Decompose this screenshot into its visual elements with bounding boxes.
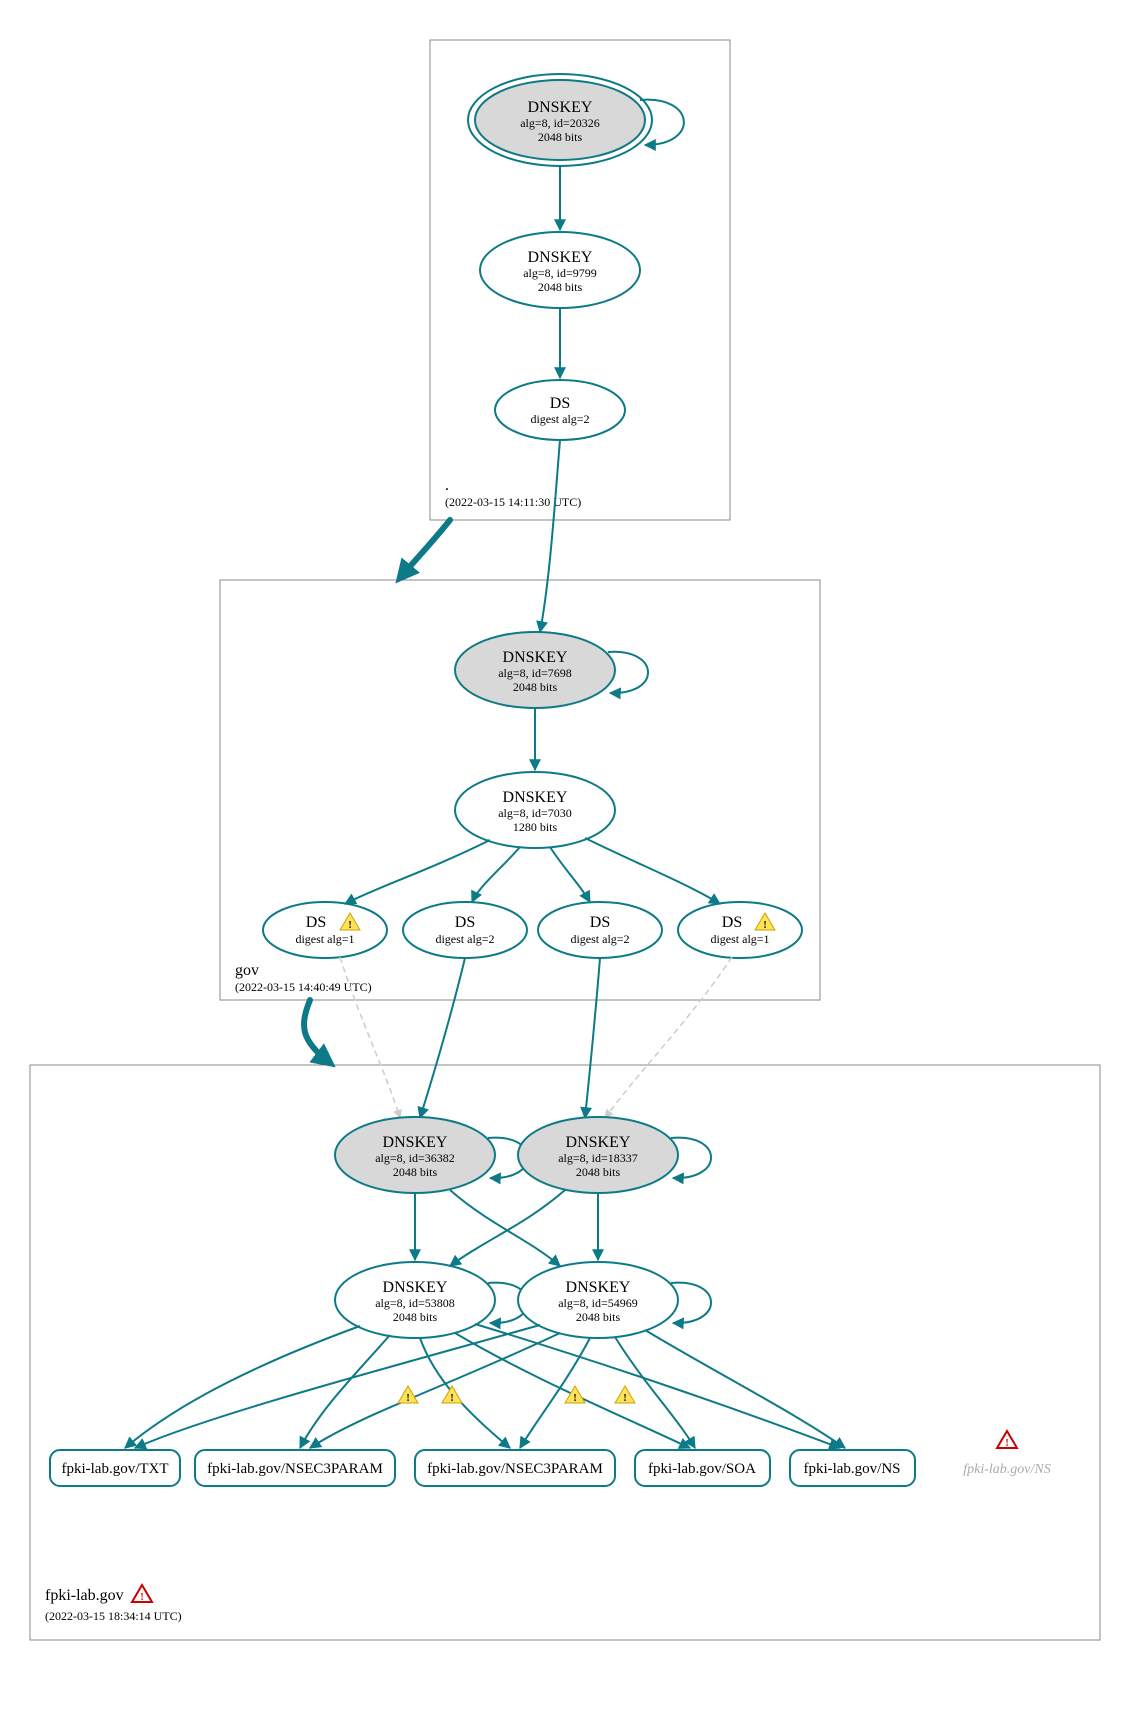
dnskey-sld-ksk1-title: DNSKEY [383,1134,448,1151]
warning-icon [398,1386,418,1404]
edge-zsk2-n3p1 [310,1333,560,1448]
edge-zsk2-txt [135,1325,540,1448]
rrset-txt-label: fpki-lab.gov/TXT [61,1461,168,1477]
edge-govzsk-ds4 [585,838,720,904]
dnskey-root-ksk-title: DNSKEY [528,99,593,116]
ds-root-alg: digest alg=2 [530,412,589,426]
dnskey-gov-ksk-bits: 2048 bits [513,680,558,694]
ds-gov-3-title: DS [590,914,610,931]
ds-root-title: DS [550,395,570,412]
ds-gov-1[interactable]: DS digest alg=1 [263,902,387,958]
rrset-ns-greyed-label: fpki-lab.gov/NS [963,1462,1051,1477]
edge-zsk1-txt [125,1326,360,1448]
rrset-ns-label: fpki-lab.gov/NS [803,1461,900,1477]
dnskey-sld-zsk2-bits: 2048 bits [576,1310,621,1324]
dnskey-root-zsk-alg: alg=8, id=9799 [523,266,597,280]
dnskey-gov-zsk-title: DNSKEY [503,789,568,806]
rrset-nsec3param-1[interactable]: fpki-lab.gov/NSEC3PARAM [195,1450,395,1486]
zone-sld-label: fpki-lab.gov [45,1587,124,1604]
rrset-ns[interactable]: fpki-lab.gov/NS [790,1450,915,1486]
dnskey-gov-ksk[interactable]: DNSKEY alg=8, id=7698 2048 bits [455,632,615,708]
zone-gov-label: gov [235,962,259,979]
dnskey-sld-ksk2-title: DNSKEY [566,1134,631,1151]
rrset-soa-label: fpki-lab.gov/SOA [648,1461,756,1477]
ds-root[interactable]: DS digest alg=2 [495,380,625,440]
warning-icon [615,1386,635,1404]
dnskey-sld-zsk1-bits: 2048 bits [393,1310,438,1324]
rrset-n3p1-label: fpki-lab.gov/NSEC3PARAM [207,1461,383,1477]
ds-gov-2[interactable]: DS digest alg=2 [403,902,527,958]
dnskey-sld-ksk2-alg: alg=8, id=18337 [558,1151,638,1165]
dnskey-sld-zsk2-title: DNSKEY [566,1279,631,1296]
dnskey-root-ksk-bits: 2048 bits [538,130,583,144]
dnskey-sld-ksk2[interactable]: DNSKEY alg=8, id=18337 2048 bits [518,1117,678,1193]
dnskey-sld-zsk1-title: DNSKEY [383,1279,448,1296]
dnskey-sld-ksk1[interactable]: DNSKEY alg=8, id=36382 2048 bits [335,1117,495,1193]
ds-gov-1-alg: digest alg=1 [295,932,354,946]
rrset-ns-greyed[interactable]: fpki-lab.gov/NS [963,1431,1051,1477]
dnskey-gov-zsk-alg: alg=8, id=7030 [498,806,572,820]
ds-gov-4-alg: digest alg=1 [710,932,769,946]
dnskey-sld-ksk1-bits: 2048 bits [393,1165,438,1179]
edge-govzsk-ds1 [345,840,490,904]
ds-gov-2-alg: digest alg=2 [435,932,494,946]
dnskey-sld-ksk2-bits: 2048 bits [576,1165,621,1179]
dnskey-gov-ksk-title: DNSKEY [503,649,568,666]
warning-icon [442,1386,462,1404]
rrset-txt[interactable]: fpki-lab.gov/TXT [50,1450,180,1486]
error-icon [132,1585,152,1603]
edge-zsk1-n3p1 [300,1335,390,1448]
edge-govzsk-ds3 [550,847,590,902]
dnskey-gov-zsk-bits: 1280 bits [513,820,558,834]
rrset-soa[interactable]: fpki-lab.gov/SOA [635,1450,770,1486]
edge-sld-ksk2-zsk1 [450,1190,565,1266]
ds-gov-2-title: DS [455,914,475,931]
selfloop-root-ksk [640,100,684,145]
zone-gov-timestamp: (2022-03-15 14:40:49 UTC) [235,980,372,994]
dnskey-root-zsk-title: DNSKEY [528,249,593,266]
dnskey-gov-ksk-alg: alg=8, id=7698 [498,666,572,680]
delegation-arrow-root-to-gov [400,520,450,578]
rrset-n3p2-label: fpki-lab.gov/NSEC3PARAM [427,1461,603,1477]
dnskey-root-ksk-alg: alg=8, id=20326 [520,116,600,130]
ds-gov-3[interactable]: DS digest alg=2 [538,902,662,958]
edge-govds3-sldksk2 [585,958,600,1118]
dnskey-sld-ksk1-alg: alg=8, id=36382 [375,1151,455,1165]
ds-gov-1-title: DS [306,914,326,931]
dnskey-sld-zsk2-alg: alg=8, id=54969 [558,1296,638,1310]
edge-govds4-sldksk2 [605,957,732,1118]
edge-zsk1-ns [475,1324,840,1448]
zone-sld-timestamp: (2022-03-15 18:34:14 UTC) [45,1609,182,1623]
dnskey-root-zsk[interactable]: DNSKEY alg=8, id=9799 2048 bits [480,232,640,308]
dnskey-root-ksk[interactable]: DNSKEY alg=8, id=20326 2048 bits [468,74,652,166]
zone-root-label: . [445,477,449,494]
rrset-nsec3param-2[interactable]: fpki-lab.gov/NSEC3PARAM [415,1450,615,1486]
ds-gov-4-title: DS [722,914,742,931]
delegation-arrow-gov-to-sld [304,1000,330,1063]
edge-govds2-sldksk1 [420,958,465,1118]
dnskey-root-zsk-bits: 2048 bits [538,280,583,294]
ds-gov-3-alg: digest alg=2 [570,932,629,946]
dnskey-sld-zsk1-alg: alg=8, id=53808 [375,1296,455,1310]
error-icon [997,1431,1017,1449]
edge-rootds-govksk [540,440,560,632]
warning-icon [565,1386,585,1404]
dnskey-sld-zsk2[interactable]: DNSKEY alg=8, id=54969 2048 bits [518,1262,678,1338]
ds-gov-4[interactable]: DS digest alg=1 [678,902,802,958]
edge-govzsk-ds2 [472,847,520,902]
zone-root-timestamp: (2022-03-15 14:11:30 UTC) [445,495,581,509]
dnskey-gov-zsk[interactable]: DNSKEY alg=8, id=7030 1280 bits [455,772,615,848]
